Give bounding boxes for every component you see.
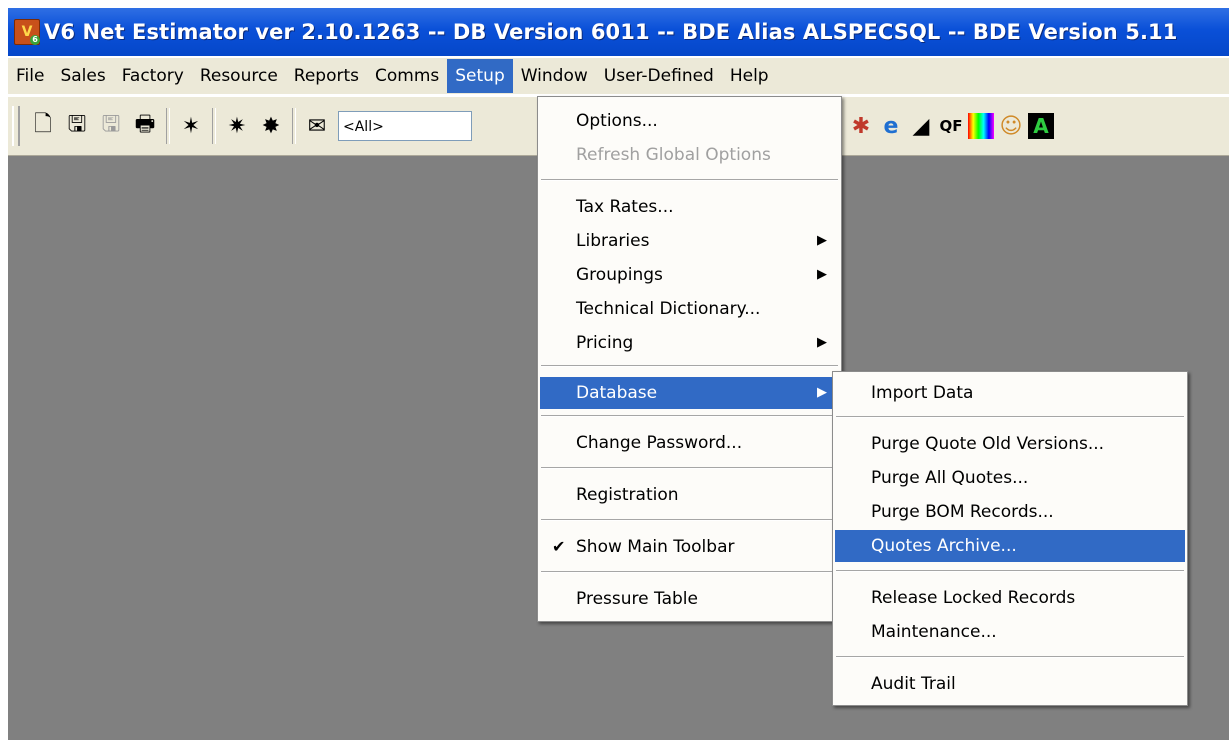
menu-item-pressure-table[interactable]: Pressure Table xyxy=(540,583,839,615)
menu-item-purge-all-quotes[interactable]: Purge All Quotes... xyxy=(835,462,1185,494)
menu-item-technical-dictionary[interactable]: Technical Dictionary... xyxy=(540,293,839,325)
menu-reports[interactable]: Reports xyxy=(286,59,367,93)
submenu-arrow-icon: ▶ xyxy=(817,335,827,350)
new-price-icon[interactable]: ✷ xyxy=(222,109,252,143)
mail-icon[interactable]: ✉ xyxy=(302,109,332,143)
menu-separator xyxy=(541,415,838,417)
menu-item-label: Database xyxy=(576,383,658,403)
menu-comms[interactable]: Comms xyxy=(367,59,447,93)
menu-resource[interactable]: Resource xyxy=(192,59,286,93)
menu-item-release-locked-records[interactable]: Release Locked Records xyxy=(835,582,1185,614)
toolbar-right-group: ✱ e ◢ QF ☺ A xyxy=(846,107,1056,145)
toolbar-grip[interactable] xyxy=(12,106,20,146)
menu-user-defined[interactable]: User-Defined xyxy=(596,59,722,93)
print-icon[interactable]: 🖶 xyxy=(130,109,160,143)
qf-button[interactable]: QF xyxy=(937,109,965,143)
menu-item-audit-trail[interactable]: Audit Trail xyxy=(835,668,1185,700)
submenu-arrow-icon: ▶ xyxy=(817,233,827,248)
menu-separator xyxy=(541,365,838,367)
menu-item-label: Groupings xyxy=(576,265,663,285)
menu-item-registration[interactable]: Registration xyxy=(540,479,839,511)
menu-item-label: Purge Quote Old Versions... xyxy=(871,434,1105,454)
letter-a-glyph: A xyxy=(1028,113,1054,139)
menu-separator xyxy=(541,571,838,573)
menu-item-change-password[interactable]: Change Password... xyxy=(540,427,839,459)
menu-item-label: Purge All Quotes... xyxy=(871,468,1029,488)
submenu-arrow-icon: ▶ xyxy=(817,267,827,282)
menu-separator xyxy=(541,179,838,181)
menu-item-label: Refresh Global Options xyxy=(576,145,771,165)
database-submenu: Import Data Purge Quote Old Versions... … xyxy=(832,371,1188,706)
new-image-icon[interactable]: ✶ xyxy=(176,109,206,143)
menu-item-show-main-toolbar[interactable]: ✔ Show Main Toolbar xyxy=(540,531,839,563)
window-title: V6 Net Estimator ver 2.10.1263 -- DB Ver… xyxy=(44,20,1178,44)
menu-setup[interactable]: Setup xyxy=(447,59,513,93)
menu-item-label: Tax Rates... xyxy=(576,197,674,217)
toolbar-separator xyxy=(292,108,296,144)
filter-combo[interactable]: <All> xyxy=(338,111,472,141)
toolbar-separator xyxy=(166,108,170,144)
menu-item-label: Pricing xyxy=(576,333,634,353)
menu-sales[interactable]: Sales xyxy=(52,59,113,93)
menu-item-label: Options... xyxy=(576,111,658,131)
menu-item-label: Audit Trail xyxy=(871,674,956,694)
menu-item-groupings[interactable]: Groupings ▶ xyxy=(540,259,839,291)
menu-window[interactable]: Window xyxy=(513,59,596,93)
save-icon[interactable]: 🖫 xyxy=(62,109,92,143)
color-palette-icon[interactable] xyxy=(967,109,995,143)
color-swatch xyxy=(968,113,994,139)
setup-menu: Options... Refresh Global Options Tax Ra… xyxy=(537,96,842,622)
window-tool-icon[interactable]: ◢ xyxy=(907,109,935,143)
menu-item-label: Release Locked Records xyxy=(871,588,1076,608)
menu-separator xyxy=(541,467,838,469)
menu-item-label: Technical Dictionary... xyxy=(576,299,761,319)
letter-a-icon[interactable]: A xyxy=(1027,109,1055,143)
menu-item-database[interactable]: Database ▶ xyxy=(540,377,839,409)
app-logo-icon[interactable]: V6 xyxy=(14,19,40,45)
menu-item-label: Registration xyxy=(576,485,679,505)
menu-item-label: Show Main Toolbar xyxy=(576,537,735,557)
menu-item-options[interactable]: Options... xyxy=(540,105,839,137)
menu-item-label: Change Password... xyxy=(576,433,743,453)
menu-item-purge-quote-old-versions[interactable]: Purge Quote Old Versions... xyxy=(835,428,1185,460)
menu-separator xyxy=(541,519,838,521)
menu-separator xyxy=(836,570,1184,572)
menu-item-quotes-archive[interactable]: Quotes Archive... xyxy=(835,530,1185,562)
new-parts-icon[interactable]: ✸ xyxy=(256,109,286,143)
menu-item-label: Import Data xyxy=(871,383,974,403)
menu-item-refresh-global-options: Refresh Global Options xyxy=(540,139,839,171)
wizard-icon[interactable]: ✱ xyxy=(847,109,875,143)
toolbar-separator xyxy=(212,108,216,144)
menu-bar: File Sales Factory Resource Reports Comm… xyxy=(8,58,1229,94)
internet-explorer-icon[interactable]: e xyxy=(877,109,905,143)
menu-item-purge-bom-records[interactable]: Purge BOM Records... xyxy=(835,496,1185,528)
menu-item-libraries[interactable]: Libraries ▶ xyxy=(540,225,839,257)
menu-separator xyxy=(836,416,1184,418)
menu-help[interactable]: Help xyxy=(722,59,777,93)
menu-item-tax-rates[interactable]: Tax Rates... xyxy=(540,191,839,223)
menu-file[interactable]: File xyxy=(8,59,52,93)
title-bar[interactable]: V6 V6 Net Estimator ver 2.10.1263 -- DB … xyxy=(8,8,1229,56)
application-window: V6 V6 Net Estimator ver 2.10.1263 -- DB … xyxy=(0,0,1229,740)
new-document-icon[interactable]: 🗋 xyxy=(28,109,58,143)
menu-factory[interactable]: Factory xyxy=(114,59,192,93)
menu-separator xyxy=(836,656,1184,658)
menu-item-label: Quotes Archive... xyxy=(871,536,1017,556)
menu-item-maintenance[interactable]: Maintenance... xyxy=(835,616,1185,648)
menu-item-import-data[interactable]: Import Data xyxy=(835,377,1185,409)
menu-item-pricing[interactable]: Pricing ▶ xyxy=(540,327,839,359)
users-search-icon[interactable]: ☺ xyxy=(997,109,1025,143)
menu-item-label: Maintenance... xyxy=(871,622,997,642)
checkmark-icon: ✔ xyxy=(552,537,566,556)
menu-item-label: Pressure Table xyxy=(576,589,698,609)
menu-item-label: Libraries xyxy=(576,231,650,251)
submenu-arrow-icon: ▶ xyxy=(817,385,827,400)
save-disabled-icon[interactable]: 🖫 xyxy=(96,109,126,143)
menu-item-label: Purge BOM Records... xyxy=(871,502,1054,522)
